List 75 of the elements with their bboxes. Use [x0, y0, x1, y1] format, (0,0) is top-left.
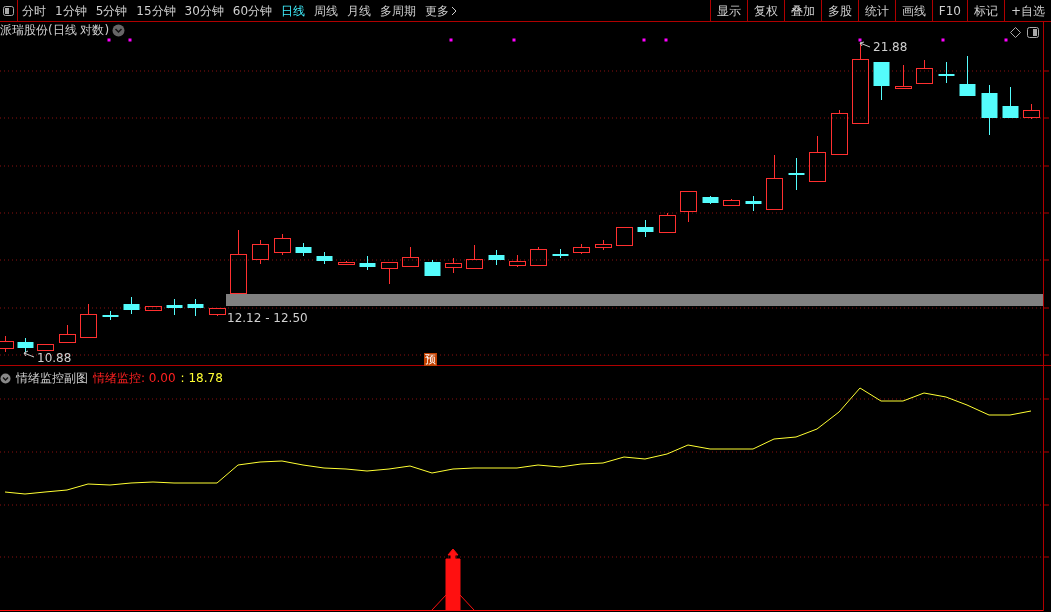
rising-candle: [145, 305, 162, 311]
rising-candle: [595, 239, 612, 251]
diamond-icon[interactable]: [1010, 27, 1021, 38]
rising-candle: [895, 64, 912, 89]
falling-candle: [552, 248, 569, 259]
falling-candle: [959, 55, 976, 97]
rising-candle: [466, 244, 483, 269]
rising-candle: [723, 198, 740, 207]
indicator-title: 情绪监控副图: [16, 370, 88, 387]
forecast-badge: 预: [424, 353, 437, 366]
falling-candle: [102, 310, 119, 321]
pointer-arrow-icon: [23, 350, 35, 358]
chevron-down-icon[interactable]: [0, 372, 11, 384]
rising-candle: [766, 154, 783, 210]
falling-candle: [187, 298, 204, 317]
panel-toggle-icon[interactable]: [3, 5, 14, 16]
period-tab[interactable]: 分时: [22, 1, 46, 20]
period-tab[interactable]: 多周期: [380, 1, 417, 20]
rising-candle: [0, 335, 14, 353]
panel-toggle-icon[interactable]: [1027, 27, 1039, 38]
price-label: 10.88: [37, 350, 72, 367]
pointer-arrow-icon: [859, 41, 871, 48]
indicator-reading: 情绪监控: 0.00: [93, 370, 176, 387]
rising-candle: [916, 59, 933, 84]
price-label: 21.88: [873, 39, 908, 56]
rising-candle: [573, 243, 590, 255]
chevron-down-icon[interactable]: [112, 23, 126, 37]
period-tab[interactable]: 1分钟: [55, 1, 87, 20]
price-range-label: 12.12 - 12.50: [227, 310, 308, 327]
rising-candle: [831, 109, 848, 155]
falling-candle: [981, 84, 998, 136]
falling-candle: [424, 259, 441, 277]
falling-candle: [295, 242, 312, 257]
falling-candle: [1002, 86, 1019, 119]
more-link[interactable]: 更多: [425, 1, 450, 20]
rising-candle: [252, 239, 269, 265]
falling-candle: [166, 298, 183, 316]
rising-candle: [59, 324, 76, 343]
period-tab[interactable]: 5分钟: [95, 1, 128, 20]
rising-candle: [402, 246, 419, 267]
period-tab[interactable]: 60分钟: [232, 1, 273, 20]
falling-candle: [938, 61, 955, 84]
chart-title: 派瑞股份(日线 对数): [0, 23, 110, 37]
falling-candle: [359, 255, 376, 271]
rising-candle: [809, 135, 826, 182]
indicator-reading: : 18.78: [180, 370, 223, 387]
rising-candle: [80, 303, 97, 338]
rising-candle: [37, 343, 54, 351]
rising-candle: [338, 260, 355, 266]
falling-candle: [745, 195, 762, 212]
rising-candle: [209, 307, 226, 317]
falling-candle: [316, 251, 333, 265]
falling-candle: [788, 157, 805, 191]
chevron-right-icon[interactable]: [451, 5, 458, 16]
falling-candle: [702, 195, 719, 205]
rising-candle: [616, 226, 633, 246]
rising-candle: [680, 190, 697, 223]
period-tab[interactable]: 日线: [281, 1, 306, 20]
rising-candle: [509, 254, 526, 268]
rising-candle: [445, 257, 462, 274]
falling-candle: [637, 219, 654, 238]
falling-candle: [873, 61, 890, 101]
rising-candle: [1023, 103, 1040, 120]
falling-candle: [123, 296, 140, 315]
rising-candle: [230, 229, 247, 294]
rising-candle: [530, 246, 547, 267]
period-tab[interactable]: 月线: [347, 1, 372, 20]
rising-candle: [659, 212, 676, 233]
falling-candle: [488, 249, 505, 266]
period-tab[interactable]: 15分钟: [136, 1, 176, 20]
period-tab[interactable]: 周线: [314, 1, 339, 20]
rising-candle: [381, 261, 398, 285]
falling-candle: [17, 337, 34, 353]
rising-candle: [274, 233, 291, 256]
period-tab[interactable]: 30分钟: [184, 1, 224, 20]
